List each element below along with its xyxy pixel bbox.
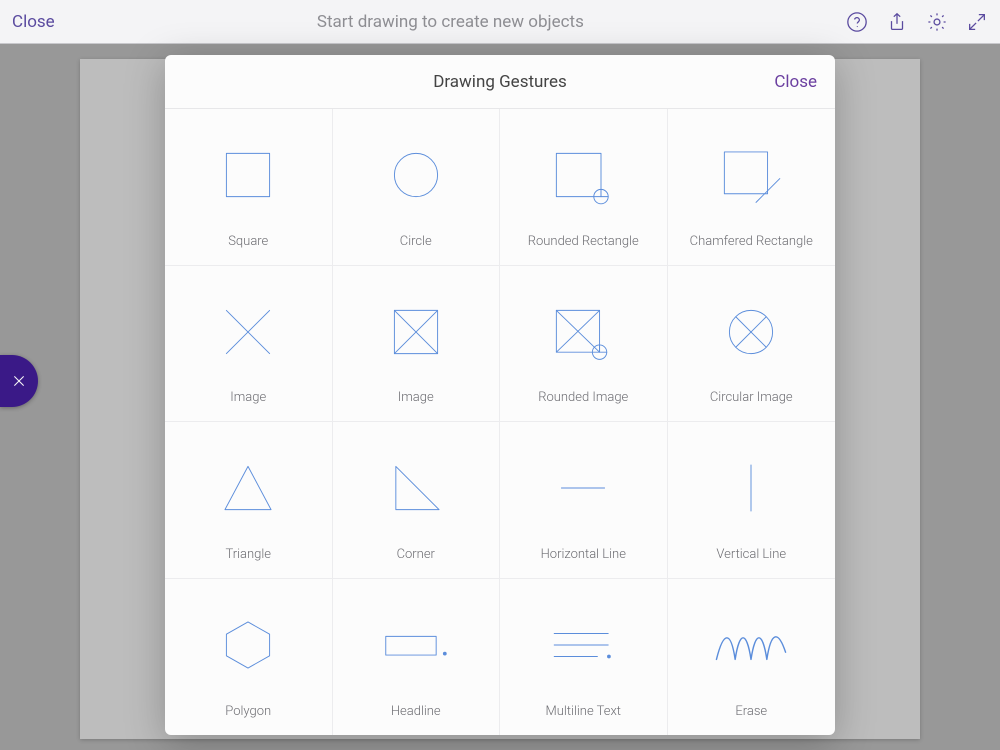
polygon-icon (173, 593, 324, 699)
chamfered-rectangle-icon (676, 123, 828, 228)
gesture-cell-horizontal-line[interactable]: Horizontal Line (500, 422, 668, 579)
gesture-cell-headline[interactable]: Headline (333, 579, 501, 736)
gesture-label: Rounded Rectangle (528, 234, 639, 249)
gesture-label: Corner (397, 547, 435, 562)
gesture-label: Circular Image (710, 390, 793, 405)
gesture-label: Vertical Line (716, 547, 786, 562)
modal-close-button[interactable]: Close (774, 55, 817, 108)
toolbar-title: Start drawing to create new objects (55, 12, 846, 32)
gesture-cell-corner[interactable]: Corner (333, 422, 501, 579)
gesture-cell-polygon[interactable]: Polygon (165, 579, 333, 736)
gesture-cell-vertical-line[interactable]: Vertical Line (668, 422, 836, 579)
erase-icon (676, 593, 828, 699)
share-icon[interactable] (886, 11, 908, 33)
gesture-label: Circle (400, 234, 432, 249)
corner-icon (341, 436, 492, 541)
gesture-cell-chamfered-rectangle[interactable]: Chamfered Rectangle (668, 109, 836, 266)
rounded-image-icon (508, 280, 659, 385)
gesture-label: Rounded Image (538, 390, 628, 405)
gesture-label: Square (228, 234, 268, 249)
gesture-cell-triangle[interactable]: Triangle (165, 422, 333, 579)
gesture-label: Image (398, 390, 434, 405)
headline-icon (341, 593, 492, 699)
gesture-label: Horizontal Line (541, 547, 626, 562)
gesture-cell-rounded-rectangle[interactable]: Rounded Rectangle (500, 109, 668, 266)
gesture-cell-multiline-text[interactable]: Multiline Text (500, 579, 668, 736)
gesture-label: Headline (391, 704, 441, 719)
toolbar-right-icons (846, 11, 988, 33)
gesture-label: Image (230, 390, 266, 405)
toolbar-close-button[interactable]: Close (12, 12, 55, 32)
vertical-line-icon (676, 436, 828, 541)
expand-icon[interactable] (966, 11, 988, 33)
gesture-label: Polygon (225, 704, 271, 719)
gesture-label: Triangle (225, 547, 271, 562)
drawing-gestures-modal: Drawing Gestures Close Square Circle (165, 55, 835, 735)
triangle-icon (173, 436, 324, 541)
gesture-label: Erase (735, 704, 767, 719)
help-icon[interactable] (846, 11, 868, 33)
image-boxed-icon (341, 280, 492, 385)
circular-image-icon (676, 280, 828, 385)
gesture-cell-rounded-image[interactable]: Rounded Image (500, 266, 668, 423)
modal-title: Drawing Gestures (433, 72, 567, 92)
circle-icon (341, 123, 492, 228)
gesture-label: Chamfered Rectangle (690, 234, 813, 249)
gesture-label: Multiline Text (546, 704, 621, 719)
square-icon (173, 123, 324, 228)
gesture-cell-erase[interactable]: Erase (668, 579, 836, 736)
gesture-cell-circle[interactable]: Circle (333, 109, 501, 266)
gesture-cell-square[interactable]: Square (165, 109, 333, 266)
image-x-icon (173, 280, 324, 385)
gesture-cell-circular-image[interactable]: Circular Image (668, 266, 836, 423)
app-toolbar: Close Start drawing to create new object… (0, 0, 1000, 44)
horizontal-line-icon (508, 436, 659, 541)
rounded-rectangle-icon (508, 123, 659, 228)
gesture-cell-image-x[interactable]: Image (165, 266, 333, 423)
gear-icon[interactable] (926, 11, 948, 33)
modal-header: Drawing Gestures Close (165, 55, 835, 109)
gesture-cell-image-boxed[interactable]: Image (333, 266, 501, 423)
gesture-grid: Square Circle Rounded Rectangle (165, 109, 835, 735)
multiline-text-icon (508, 593, 659, 699)
